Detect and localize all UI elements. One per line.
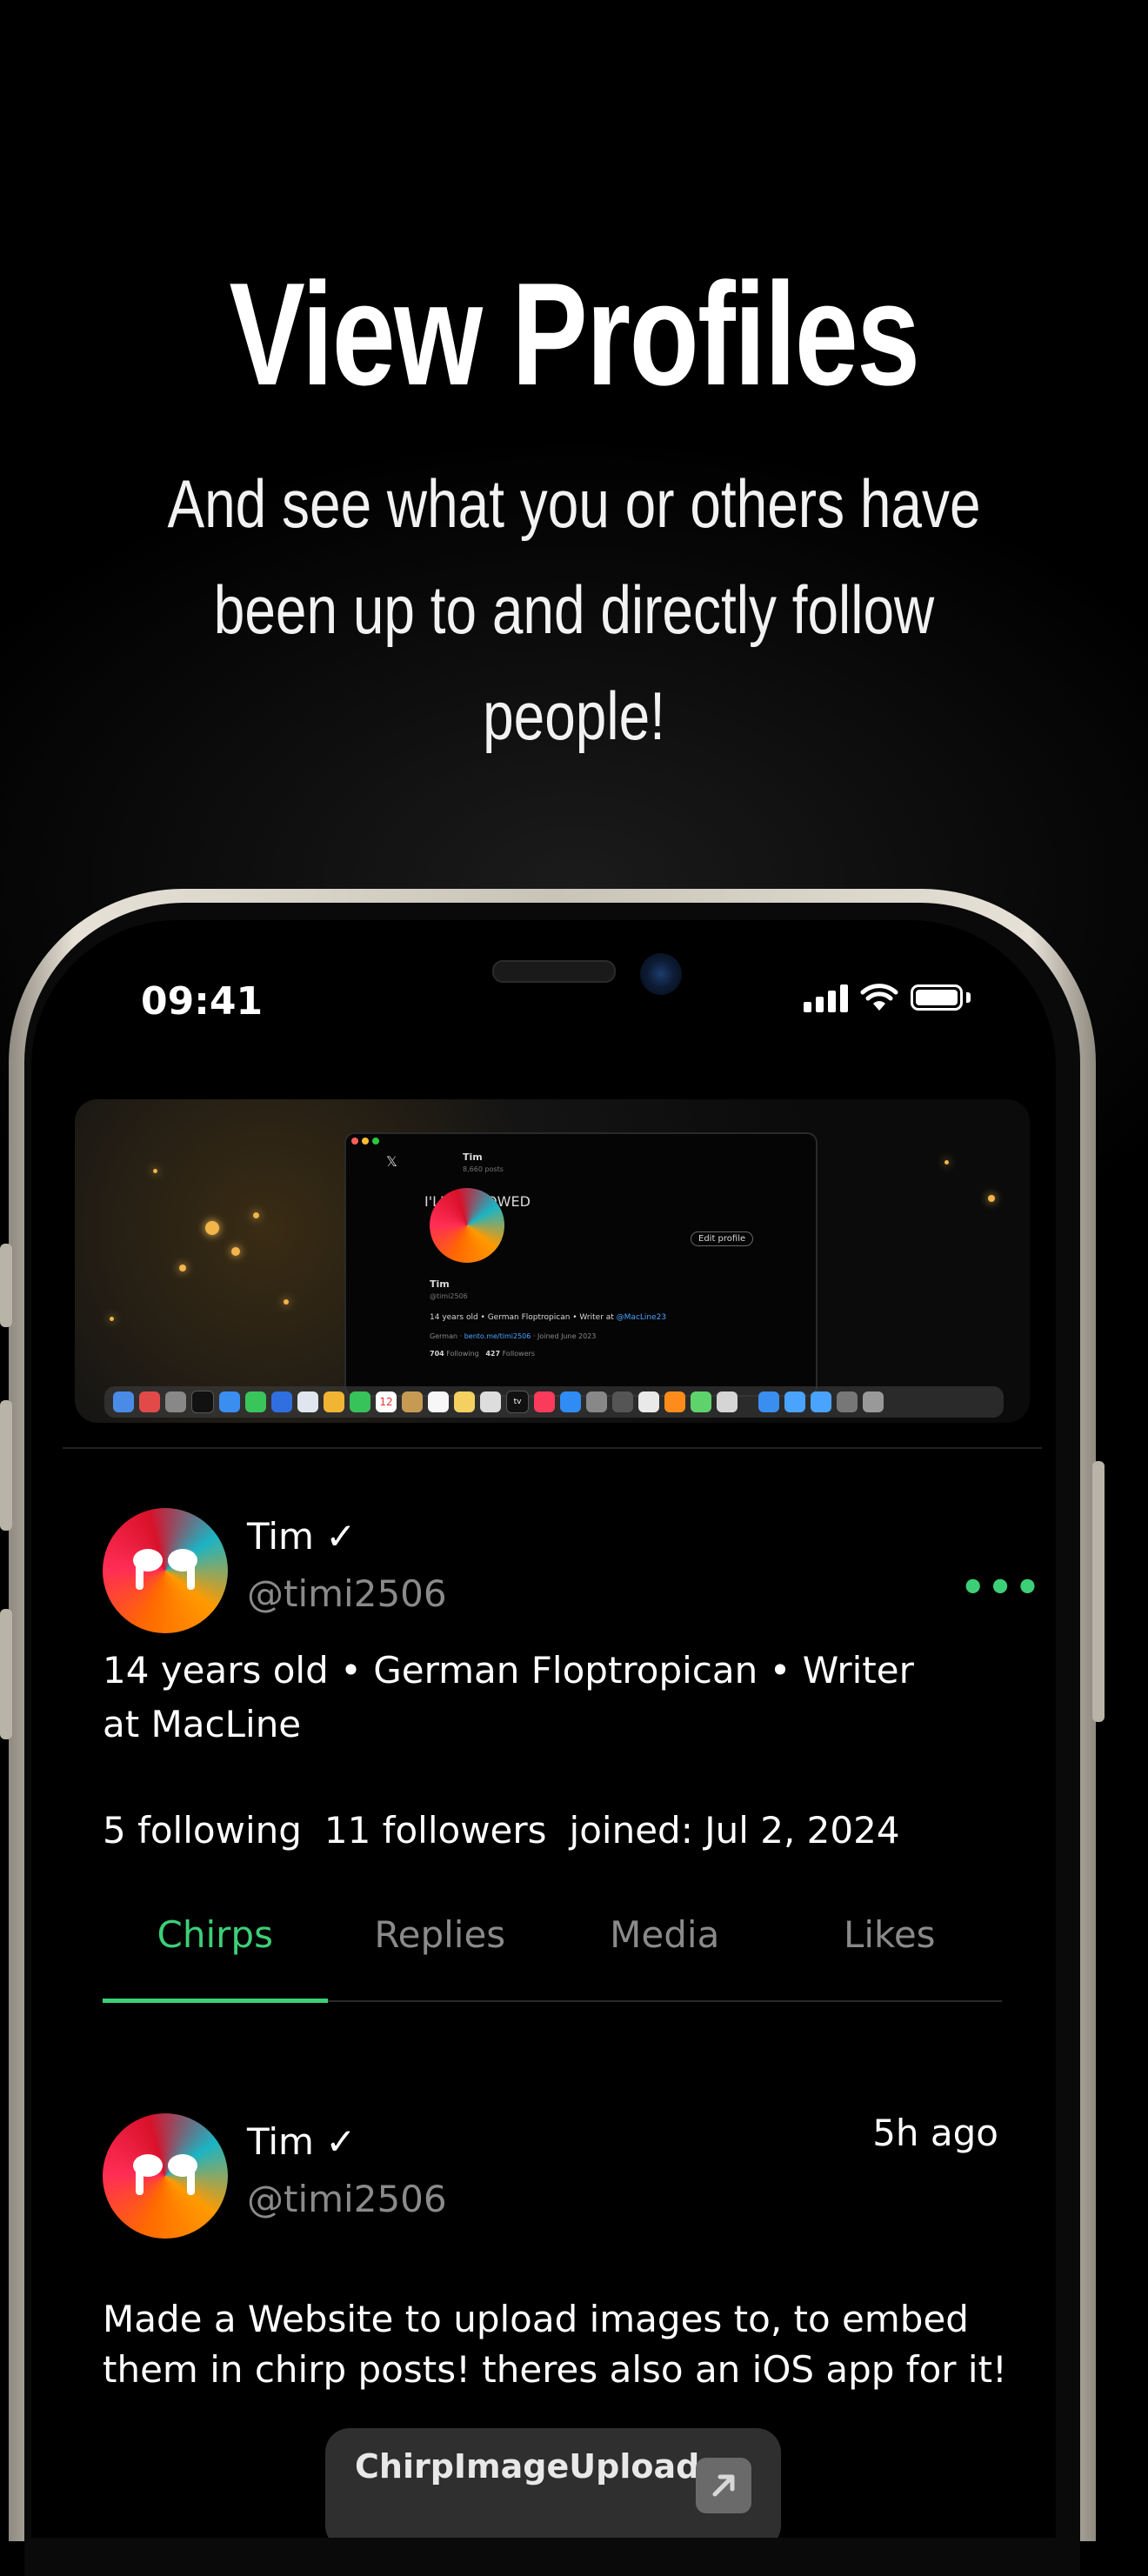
profile-tabs: Chirps Replies Media Likes (103, 1903, 1003, 2003)
banner-mini-stats: 704 Following 427 Followers (430, 1350, 536, 1358)
profile-banner-image[interactable]: 𝕏 Tim 8,660 posts I'LL FOLLOWED Edit pro… (75, 1099, 1030, 1423)
mute-switch (0, 1244, 12, 1327)
city-light (231, 1247, 240, 1256)
city-light (988, 1195, 995, 1202)
city-light (944, 1160, 949, 1165)
window-traffic-lights (351, 1138, 379, 1145)
banner-app-window: 𝕏 Tim 8,660 posts I'LL FOLLOWED Edit pro… (344, 1132, 818, 1397)
banner-dock: 12 tv (104, 1386, 1004, 1418)
banner-mini-bio: 14 years old • German Floptropican • Wri… (430, 1313, 667, 1322)
city-light (205, 1221, 219, 1235)
dock-tv-icon: tv (506, 1391, 529, 1413)
external-link-icon (696, 2458, 751, 2513)
battery-tip (966, 992, 971, 1003)
tab-media[interactable]: Media (552, 1903, 778, 2000)
banner-avatar (430, 1188, 504, 1263)
phone-screen: 09:41 𝕏 Tim 8,660 posts I'LL Edit profil… (31, 920, 1056, 2538)
promo-subtitle: And see what you or others have been up … (167, 465, 981, 754)
city-light (284, 1299, 289, 1305)
status-icons (804, 983, 971, 1012)
airpods-icon (133, 2154, 197, 2195)
following-count[interactable]: 5 following (103, 1809, 302, 1852)
city-light (179, 1265, 186, 1271)
wifi-icon (860, 984, 898, 1011)
banner-mini-handle: @timi2506 (430, 1292, 468, 1300)
followers-count[interactable]: 11 followers (324, 1809, 547, 1852)
post-text: Made a Website to upload images to, to e… (103, 2298, 1007, 2391)
banner-window-name: Tim (463, 1151, 483, 1163)
profile-avatar[interactable] (103, 1508, 228, 1633)
signal-icon (804, 983, 848, 1012)
joined-date: joined: Jul 2, 2024 (569, 1809, 900, 1852)
post-link-card[interactable]: ChirpImageUpload (325, 2428, 781, 2538)
volume-down-button (0, 1609, 12, 1739)
banner-mini-meta: German · bento.me/timi2506 · Joined June… (430, 1332, 597, 1340)
profile-handle: @timi2506 (247, 1572, 447, 1615)
status-time: 09:41 (141, 979, 264, 1024)
tab-likes[interactable]: Likes (778, 1903, 1003, 2000)
profile-name: Tim ✓ (247, 1515, 357, 1558)
banner-edit-profile: Edit profile (691, 1231, 754, 1246)
post-author-handle: @timi2506 (247, 2178, 447, 2220)
city-light (253, 1212, 259, 1218)
x-logo-icon: 𝕏 (386, 1153, 397, 1170)
power-button (1092, 1461, 1105, 1722)
dock-calendar-icon: 12 (376, 1391, 397, 1412)
post-avatar[interactable] (103, 2113, 228, 2239)
banner-divider (63, 1447, 1042, 1449)
post-author-name: Tim ✓ (247, 2120, 357, 2163)
battery-icon (911, 984, 963, 1011)
banner-window-posts: 8,660 posts (463, 1165, 504, 1173)
profile-stats: 5 following 11 followers joined: Jul 2, … (103, 1809, 900, 1852)
tab-chirps[interactable]: Chirps (103, 1903, 328, 2003)
volume-up-button (0, 1400, 12, 1531)
post-time: 5h ago (872, 2112, 998, 2154)
promo-title: View Profiles (229, 252, 920, 416)
more-icon[interactable]: ••• (960, 1564, 1042, 1611)
front-camera (640, 953, 682, 995)
city-light (153, 1169, 157, 1173)
earpiece-speaker (492, 960, 616, 983)
banner-mini-name: Tim (430, 1278, 450, 1290)
airpods-icon (133, 1549, 197, 1590)
tab-replies[interactable]: Replies (328, 1903, 553, 2000)
city-light (110, 1317, 114, 1321)
profile-bio: 14 years old • German Floptropican • Wri… (103, 1649, 914, 1745)
link-card-label: ChirpImageUpload (355, 2447, 700, 2486)
